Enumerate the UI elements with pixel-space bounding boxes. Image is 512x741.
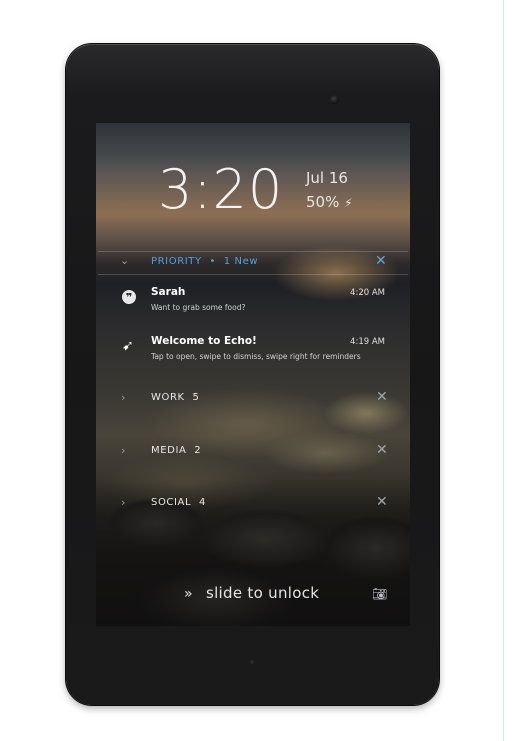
notification-time: 4:20 AM [350,288,385,298]
notification-time: 4:19 AM [350,337,385,347]
battery-percent: 50% [306,193,340,211]
chevron-down-icon[interactable]: ⌄ [120,254,129,268]
divider-priority [98,274,408,275]
priority-separator: • [209,256,216,267]
chevron-right-icon: › [121,391,126,404]
category-count: 2 [194,445,202,456]
sensor-dot [250,660,254,664]
chevron-right-icon: › [121,444,126,457]
chevron-right-icon: › [121,496,126,509]
front-camera-icon [330,95,339,104]
category-name: SOCIAL [151,497,192,508]
wallpaper-rocks [96,478,410,626]
category-count: 5 [192,392,200,403]
priority-new-count: 1 New [223,256,259,267]
category-count: 4 [198,497,206,508]
slide-to-unlock[interactable]: » slide to unlock [184,584,319,602]
hangouts-quote-icon: ❞ [122,290,136,304]
date-text: Jul 16 [306,169,348,187]
clock-time: 3:20 [158,158,284,221]
notification-title: Sarah [151,286,186,298]
divider-top [98,251,408,252]
notification-title: Welcome to Echo! [151,335,257,347]
echo-arrow-icon: ➹ [122,338,134,354]
notification-text: Tap to open, swipe to dismiss, swipe rig… [151,352,361,361]
dismiss-media-icon[interactable]: ✕ [376,443,388,457]
category-label: WORK 5 [151,392,199,403]
priority-label: PRIORITY [151,256,202,267]
priority-header[interactable]: PRIORITY • 1 New [151,256,258,267]
lightning-bolt-icon: ⚡ [344,196,353,210]
category-label: MEDIA 2 [151,445,201,456]
dismiss-work-icon[interactable]: ✕ [376,390,388,404]
category-label: SOCIAL 4 [151,497,206,508]
unlock-text: slide to unlock [205,584,320,602]
category-name: WORK [151,392,185,403]
lock-screen: 3:20 Jul 16 50% ⚡ ⌄ PRIORITY • 1 New ✕ ❞… [96,123,410,626]
page-edge-line [503,0,504,741]
battery-status: 50% ⚡ [306,193,353,211]
category-name: MEDIA [151,445,187,456]
notification-text: Want to grab some food? [151,303,246,312]
camera-icon[interactable]: 📷︎ [372,587,387,601]
double-chevron-right-icon: » [184,586,193,602]
dismiss-social-icon[interactable]: ✕ [376,495,388,509]
priority-close-icon[interactable]: ✕ [375,254,387,268]
